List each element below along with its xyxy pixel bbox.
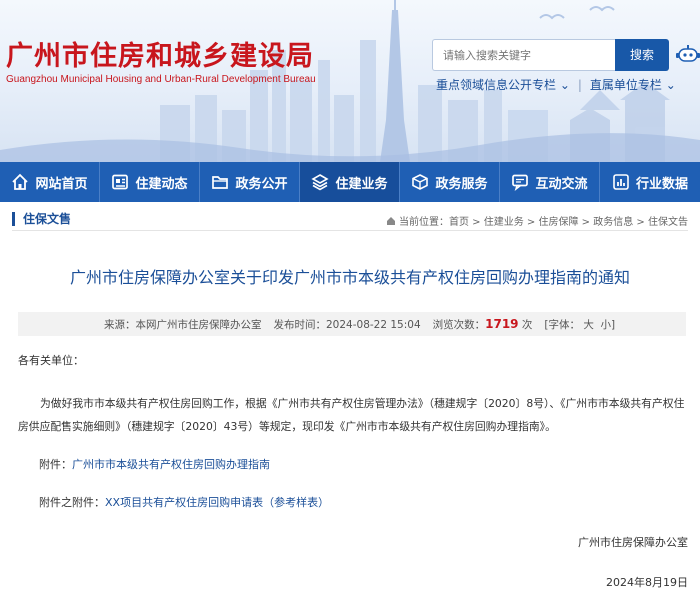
breadcrumb-sep: > (469, 217, 484, 228)
section-title: 住保文售 (12, 212, 71, 226)
signature-org: 广州市住房保障办公室 (578, 536, 688, 549)
font-size-label: [字体： (544, 319, 580, 331)
site-header: 广州市住房和城乡建设局 Guangzhou Municipal Housing … (0, 0, 700, 162)
attachment-1-label: 附件： (39, 458, 72, 471)
source-label: 来源： (104, 319, 136, 331)
signature-date: 2024年8月19日 (606, 576, 688, 589)
quick-links: 重点领域信息公开专栏 ⌄ | 直属单位专栏 ⌄ (436, 76, 676, 93)
publish-time-label: 发布时间： (273, 319, 327, 331)
breadcrumb-housing-security[interactable]: 住房保障 (539, 217, 579, 228)
views-unit: 次 (521, 319, 533, 331)
breadcrumb-sep: > (633, 217, 648, 228)
attachment-1: 附件：广州市市本级共有产权住房回购办理指南 (39, 456, 270, 472)
nav-label: 行业数据 (635, 176, 688, 192)
breadcrumb-bar: 住保文售 当前位置：首页 > 住建业务 > 住房保障 > 政务信息 > 住保文告 (12, 209, 688, 231)
publish-time-value: 2024-08-22 15:04 (326, 319, 421, 331)
nav-item-gov-affairs[interactable]: 政务公开 (200, 162, 300, 202)
source-value: 本网广州市住房保障办公室 (135, 319, 262, 331)
breadcrumb-gov-info[interactable]: 政务信息 (593, 217, 633, 228)
location-home-icon (387, 217, 395, 225)
nav-item-construction-business[interactable]: 住建业务 (300, 162, 400, 202)
nav-item-interaction[interactable]: 互动交流 (500, 162, 600, 202)
nav-label: 政务公开 (235, 176, 288, 192)
nav-item-news[interactable]: 住建动态 (100, 162, 200, 202)
nav-label: 住建业务 (335, 176, 388, 192)
font-size-small-button[interactable]: 小 (601, 319, 612, 331)
breadcrumb-sep: > (523, 217, 539, 228)
nav-label: 网站首页 (35, 176, 88, 192)
attachment-1-link[interactable]: 广州市市本级共有产权住房回购办理指南 (72, 458, 270, 471)
nav-label: 住建动态 (135, 176, 188, 192)
search-input[interactable] (432, 39, 616, 71)
breadcrumb-home[interactable]: 首页 (449, 217, 469, 228)
breadcrumb: 当前位置：首页 > 住建业务 > 住房保障 > 政务信息 > 住保文告 (386, 213, 688, 228)
nav-label: 政务服务 (435, 176, 488, 192)
quick-link-affiliated-units[interactable]: 直属单位专栏 ⌄ (590, 78, 676, 92)
folder-icon (212, 176, 229, 189)
breadcrumb-construction[interactable]: 住建业务 (484, 217, 524, 228)
breadcrumb-prefix: 当前位置： (399, 217, 449, 228)
font-size-large-button[interactable]: 大 (583, 319, 594, 331)
nav-item-gov-services[interactable]: 政务服务 (400, 162, 500, 202)
site-title[interactable]: 广州市住房和城乡建设局 (6, 34, 314, 73)
cube-icon (412, 174, 429, 190)
nav-item-home[interactable]: 网站首页 (0, 162, 100, 202)
font-size-end: ] (611, 319, 616, 331)
robot-assistant-icon[interactable] (676, 44, 700, 66)
quick-link-key-areas[interactable]: 重点领域信息公开专栏 ⌄ (436, 78, 570, 92)
main-nav: 网站首页 住建动态 政务公开 住建业务 政务服务 互动交流 行业数据 (0, 162, 700, 202)
chart-icon (613, 174, 629, 190)
breadcrumb-sep: > (578, 217, 594, 228)
article-title: 广州市住房保障办公室关于印发广州市市本级共有产权住房回购办理指南的通知 (69, 268, 630, 287)
attachment-2-label: 附件之附件： (39, 496, 105, 509)
home-icon (12, 173, 29, 190)
chat-icon (512, 174, 529, 191)
attachment-2-link[interactable]: XX项目共有产权住房回购申请表（参考样表） (105, 496, 329, 509)
views-count: 1719 (485, 317, 519, 331)
separator: | (577, 78, 582, 92)
breadcrumb-current[interactable]: 住保文告 (648, 217, 688, 228)
attachment-2: 附件之附件：XX项目共有产权住房回购申请表（参考样表） (39, 494, 329, 510)
layers-icon (311, 174, 330, 191)
article-meta-bar: 来源：本网广州市住房保障办公室 发布时间：2024-08-22 15:04 浏览次数… (18, 312, 686, 336)
article-body: 为做好我市市本级共有产权住房回购工作，根据《广州市共有产权住房管理办法》（穗建规… (18, 397, 685, 433)
nav-label: 互动交流 (535, 176, 588, 192)
greeting: 各有关单位： (18, 354, 84, 367)
nav-item-industry-data[interactable]: 行业数据 (600, 162, 700, 202)
news-icon (112, 174, 129, 190)
views-label: 浏览次数： (432, 319, 486, 331)
site-subtitle: Guangzhou Municipal Housing and Urban-Ru… (6, 74, 316, 85)
search-button[interactable]: 搜索 (615, 39, 669, 71)
